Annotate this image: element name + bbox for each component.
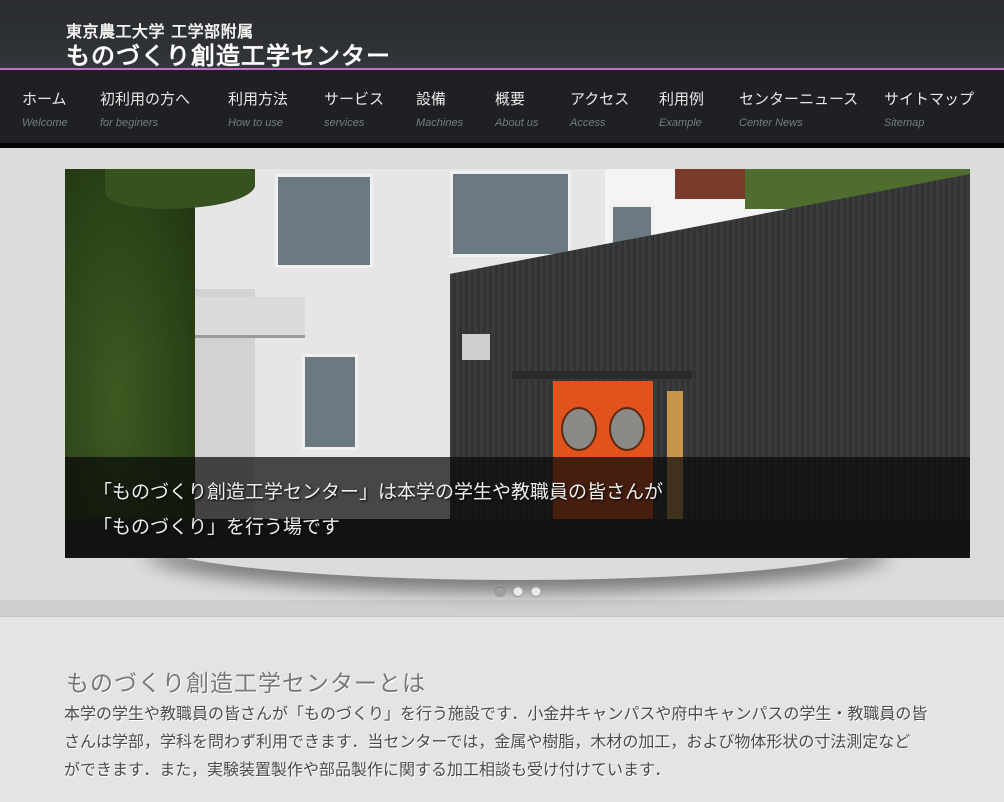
nav-label-en: for beginers <box>100 117 159 129</box>
nav-item-sitemap[interactable]: サイトマップ Sitemap <box>884 88 974 129</box>
nav-label-en: Welcome <box>22 117 68 129</box>
site-title[interactable]: ものづくり創造工学センター <box>66 36 391 71</box>
nav-label-jp: ホーム <box>22 90 67 108</box>
slider-dot-1[interactable] <box>494 585 506 597</box>
photo-chimney <box>675 169 745 199</box>
nav-label-jp: サイトマップ <box>884 90 975 108</box>
hero-slide[interactable]: 「ものづくり創造工学センター」は本学の学生や教職員の皆さんが 「ものづくり」を行… <box>65 169 970 558</box>
nav-label-jp: 利用方法 <box>228 90 289 108</box>
nav-label-en: Center News <box>739 117 803 129</box>
nav-item-machines[interactable]: 設備 Machines <box>416 88 463 129</box>
hero-band-bottom <box>0 600 1004 617</box>
nav-item-services[interactable]: サービス services <box>324 88 384 129</box>
about-heading: ものづくり創造工学センターとは <box>66 671 426 697</box>
slider-dot-2[interactable] <box>512 585 524 597</box>
slide-caption-box: 「ものづくり創造工学センター」は本学の学生や教職員の皆さんが 「ものづくり」を行… <box>65 457 970 558</box>
nav-item-access[interactable]: アクセス Access <box>570 88 629 129</box>
nav-label-en: Sitemap <box>884 117 925 129</box>
about-line: 本学の学生や教職員の皆さんが「ものづくり」を行う施設です．小金井キャンパスや府中… <box>64 704 928 723</box>
about-line: ができます．また，実験装置製作や部品製作に関する加工相談も受け付けています． <box>64 760 671 779</box>
nav-label-jp: 概要 <box>495 90 526 108</box>
site-header: 東京農工大学 工学部附属 ものづくり創造工学センター <box>0 0 1004 71</box>
nav-item-about[interactable]: 概要 About us <box>495 88 538 129</box>
nav-item-center-news[interactable]: センターニュース Center News <box>739 88 858 129</box>
nav-label-jp: 設備 <box>416 90 447 108</box>
nav-label-en: Machines <box>416 117 464 129</box>
slide-caption-line1: 「ものづくり創造工学センター」は本学の学生や教職員の皆さんが <box>93 481 664 503</box>
slide-caption-line2: 「ものづくり」を行う場です <box>93 516 341 538</box>
nav-item-example[interactable]: 利用例 Example <box>659 88 704 129</box>
about-line: さんは学部，学科を問わず利用できます．当センターでは，金属や樹脂，木材の加工，お… <box>64 732 911 751</box>
nav-label-jp: センターニュース <box>739 90 859 108</box>
main-nav: ホーム Welcome 初利用の方へ for beginers 利用方法 How… <box>0 70 1004 148</box>
nav-item-beginners[interactable]: 初利用の方へ for beginers <box>100 88 190 129</box>
nav-label-jp: 初利用の方へ <box>100 90 191 108</box>
nav-item-how-to-use[interactable]: 利用方法 How to use <box>228 88 288 129</box>
nav-label-en: How to use <box>228 117 284 129</box>
nav-label-en: services <box>324 117 365 129</box>
about-text: 本学の学生や教職員の皆さんが「ものづくり」を行う施設です．小金井キャンパスや府中… <box>64 700 974 784</box>
nav-label-en: About us <box>495 117 539 129</box>
nav-label-jp: 利用例 <box>659 90 705 108</box>
nav-label-en: Access <box>570 117 606 129</box>
nav-label-en: Example <box>659 117 702 129</box>
nav-label-jp: アクセス <box>570 90 630 108</box>
nav-label-jp: サービス <box>324 90 385 108</box>
nav-item-home[interactable]: ホーム Welcome <box>22 88 68 129</box>
slider-dot-3[interactable] <box>530 585 542 597</box>
